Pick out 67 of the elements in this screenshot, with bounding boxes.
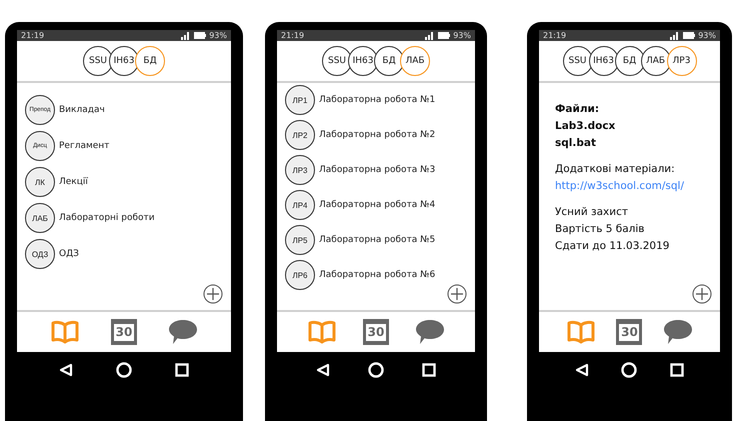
- breadcrumb-circle[interactable]: БД: [374, 46, 404, 76]
- back-button[interactable]: [316, 363, 330, 377]
- item-circle[interactable]: ЛР3: [285, 155, 315, 185]
- add-button[interactable]: [203, 284, 223, 304]
- recent-apps-button[interactable]: [670, 363, 684, 377]
- breadcrumb-circle[interactable]: SSU: [562, 46, 592, 76]
- breadcrumb-circle[interactable]: ЛАБ: [400, 46, 430, 76]
- book-icon: [308, 320, 336, 344]
- item-label[interactable]: Викладач: [59, 105, 105, 115]
- item-label[interactable]: Лабораторні роботи: [59, 213, 155, 223]
- item-circle[interactable]: ОДЗ: [25, 239, 55, 269]
- detail-text: Файли:: [555, 103, 600, 115]
- chat-bubble-icon: [662, 319, 693, 345]
- item-circle[interactable]: ЛР6: [285, 260, 315, 290]
- status-time: 21:19: [21, 31, 46, 40]
- breadcrumb-circle[interactable]: SSU: [322, 46, 352, 76]
- breadcrumb-circle[interactable]: SSU: [83, 46, 113, 76]
- home-button[interactable]: [116, 362, 132, 378]
- item-label[interactable]: Лабораторна робота №4: [319, 200, 436, 210]
- chat-bubble-icon: [415, 319, 445, 345]
- battery-percent: 93%: [209, 31, 227, 40]
- item-circle[interactable]: ЛК: [25, 167, 55, 197]
- home-button[interactable]: [368, 362, 384, 378]
- breadcrumb-circle[interactable]: ІН63: [109, 46, 139, 76]
- battery-percent: 93%: [698, 31, 716, 40]
- breadcrumb-circle[interactable]: ІН63: [588, 46, 618, 76]
- status-time: 21:19: [281, 31, 306, 40]
- status-time: 21:19: [543, 31, 568, 40]
- back-button[interactable]: [575, 363, 590, 377]
- back-button[interactable]: [58, 363, 73, 377]
- add-button[interactable]: [692, 284, 712, 304]
- add-button[interactable]: [447, 284, 467, 304]
- link[interactable]: http://w3school.com/sql/: [555, 180, 704, 192]
- battery-icon: [438, 32, 450, 39]
- item-circle[interactable]: ЛАБ: [25, 203, 55, 233]
- breadcrumb-circle[interactable]: ІН63: [348, 46, 378, 76]
- recent-apps-button[interactable]: [422, 363, 436, 377]
- item-circle[interactable]: ЛР2: [285, 120, 315, 150]
- item-label[interactable]: Лабораторна робота №1: [319, 95, 436, 105]
- detail-text: sql.bat: [555, 137, 597, 149]
- book-icon: [567, 320, 596, 344]
- item-circle[interactable]: ЛР4: [285, 190, 315, 220]
- recent-apps-button[interactable]: [175, 363, 190, 377]
- detail-text: Усний захист: [555, 206, 629, 218]
- item-circle[interactable]: ЛР1: [285, 85, 315, 115]
- item-label[interactable]: Лабораторна робота №3: [319, 165, 436, 175]
- item-label[interactable]: Лабораторна робота №2: [319, 130, 436, 140]
- home-button[interactable]: [621, 362, 638, 378]
- battery-icon: [683, 32, 696, 39]
- item-circle[interactable]: ЛР5: [285, 225, 315, 255]
- detail-text: Lab3.docx: [555, 120, 616, 132]
- breadcrumb-circle[interactable]: БД: [614, 46, 644, 76]
- item-label[interactable]: ОДЗ: [59, 249, 79, 259]
- item-label[interactable]: Лабораторна робота №6: [319, 270, 436, 280]
- breadcrumb-circle[interactable]: ЛАБ: [640, 46, 670, 76]
- detail-text: Сдати до 11.03.2019: [555, 240, 670, 252]
- breadcrumb-circle[interactable]: ЛР3: [666, 46, 696, 76]
- book-icon: [50, 320, 79, 344]
- detail-text: Вартість 5 балів: [555, 223, 646, 235]
- battery-percent: 93%: [453, 31, 471, 40]
- battery-icon: [194, 32, 206, 39]
- breadcrumb-circle[interactable]: БД: [135, 46, 165, 76]
- detail-text: Додаткові матеріали:: [555, 163, 676, 175]
- chat-bubble-icon: [168, 319, 198, 345]
- item-label[interactable]: Лабораторна робота №5: [319, 235, 436, 245]
- item-label[interactable]: Регламент: [59, 141, 110, 151]
- item-label[interactable]: Лекції: [59, 177, 88, 187]
